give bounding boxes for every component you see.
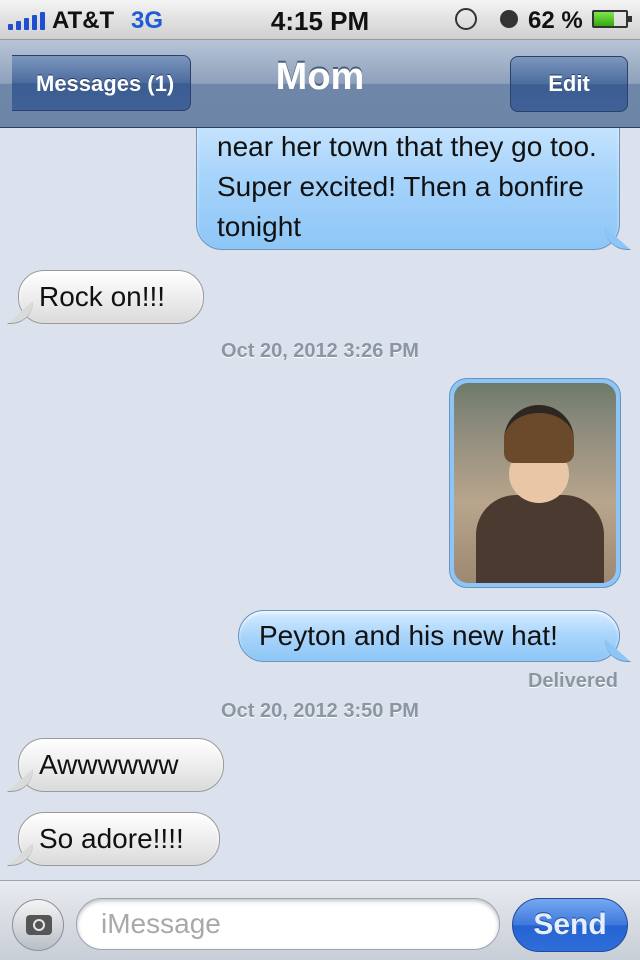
delivered-status: Delivered [527,670,618,692]
send-button[interactable]: Send [512,898,628,952]
message-timestamp: Oct 20, 2012 3:50 PM [221,700,419,722]
incoming-message[interactable]: Rock on!!! [18,270,204,324]
message-text: Peyton and his new hat! [259,620,558,651]
battery-percent: 62 % [528,7,583,34]
message-text: Awwwwww [39,749,179,780]
conversation-view[interactable]: near her town that they go too. Super ex… [0,128,640,880]
message-text: So adore!!!! [39,823,184,854]
incoming-message[interactable]: Awwwwww [18,738,224,792]
outgoing-message[interactable]: near her town that they go too. Super ex… [196,128,620,250]
incoming-message[interactable]: So adore!!!! [18,812,220,866]
outgoing-message[interactable]: Peyton and his new hat! [238,610,620,662]
status-bar: AT&T 3G 4:15 PM 62 % [0,0,640,40]
photo-message[interactable] [449,378,621,588]
edit-button[interactable]: Edit [510,56,628,112]
camera-button[interactable] [12,899,64,951]
alarm-icon [500,10,518,28]
battery-level [594,12,614,26]
message-input-bar: Send [0,880,640,960]
rotation-lock-icon [455,8,477,30]
message-text: Rock on!!! [39,281,166,312]
battery-icon [592,10,632,28]
message-timestamp: Oct 20, 2012 3:26 PM [221,340,419,362]
photo-thumbnail[interactable] [454,383,616,583]
camera-icon [26,915,52,935]
message-input[interactable] [76,898,500,950]
navigation-bar: Messages (1) Mom Edit [0,40,640,128]
message-text: near her town that they go too. Super ex… [217,131,597,242]
